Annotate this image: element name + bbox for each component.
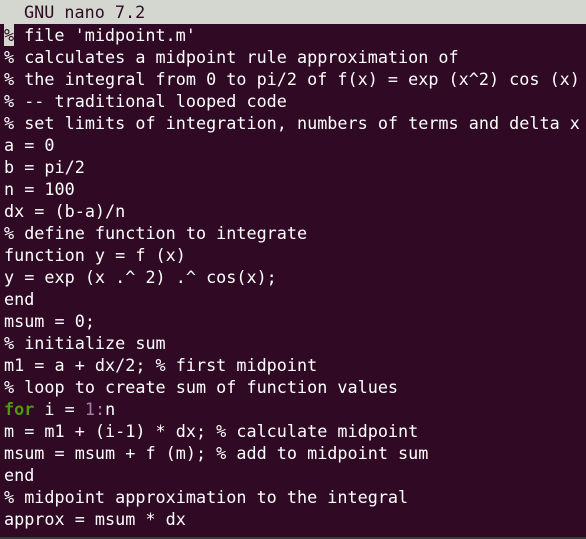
editor-buffer[interactable]: % file 'midpoint.m' % calculates a midpo… — [4, 24, 586, 530]
code-line[interactable]: % -- traditional looped code — [4, 90, 586, 112]
code-line[interactable]: b = pi/2 — [4, 156, 586, 178]
code-line[interactable]: % set limits of integration, numbers of … — [4, 112, 586, 134]
nano-title-bar: GNU nano 7.2 — [0, 0, 586, 24]
code-line[interactable]: % calculates a midpoint rule approximati… — [4, 46, 586, 68]
code-line[interactable]: msum = 0; — [4, 310, 586, 332]
code-line[interactable]: approx = msum * dx — [4, 508, 586, 530]
code-line[interactable]: end — [4, 464, 586, 486]
text-cursor: % — [4, 24, 15, 46]
app-title: GNU nano 7.2 — [24, 2, 146, 22]
for-loop-range-start: 1: — [84, 399, 106, 419]
code-line[interactable]: function y = f (x) — [4, 244, 586, 266]
code-line[interactable]: % midpoint approximation to the integral — [4, 486, 586, 508]
for-loop-variable: i = — [34, 399, 85, 419]
code-line[interactable]: % file 'midpoint.m' — [4, 24, 586, 46]
terminal-window: GNU nano 7.2 % file 'midpoint.m' % calcu… — [0, 0, 586, 539]
keyword-for: for — [4, 399, 35, 419]
code-line[interactable]: % initialize sum — [4, 332, 586, 354]
code-line[interactable]: % the integral from 0 to pi/2 of f(x) = … — [4, 68, 586, 90]
code-line[interactable]: a = 0 — [4, 134, 586, 156]
code-line[interactable]: % loop to create sum of function values — [4, 376, 586, 398]
code-line-text: file 'midpoint.m' — [14, 25, 196, 45]
code-line[interactable]: n = 100 — [4, 178, 586, 200]
code-line[interactable]: m = m1 + (i-1) * dx; % calculate midpoin… — [4, 420, 586, 442]
code-line[interactable]: msum = msum + f (m); % add to midpoint s… — [4, 442, 586, 464]
code-line[interactable]: m1 = a + dx/2; % first midpoint — [4, 354, 586, 376]
for-loop-range-end: n — [105, 399, 116, 419]
code-line-for[interactable]: for i = 1:n — [4, 398, 586, 420]
code-line[interactable]: end — [4, 288, 586, 310]
code-line[interactable]: % define function to integrate — [4, 222, 586, 244]
code-line[interactable]: y = exp (x .^ 2) .^ cos(x); — [4, 266, 586, 288]
code-line[interactable]: dx = (b-a)/n — [4, 200, 586, 222]
